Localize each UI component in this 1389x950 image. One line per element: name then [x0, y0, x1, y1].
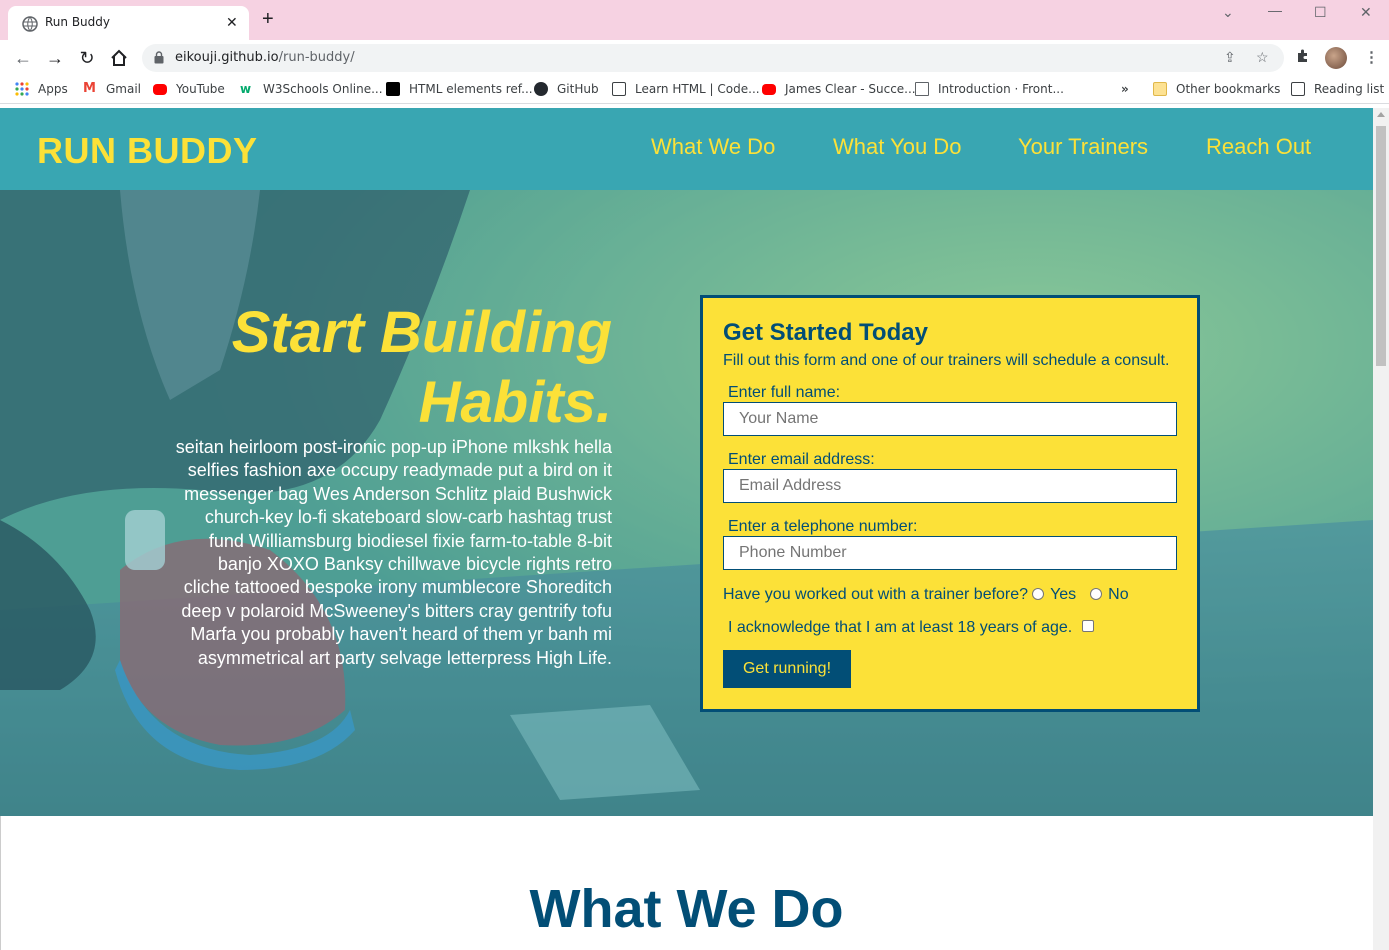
- phone-input[interactable]: Phone Number: [723, 536, 1177, 570]
- bookmark-james-clear[interactable]: James Clear - Succe...: [762, 82, 916, 96]
- email-label: Enter email address:: [728, 451, 875, 468]
- home-icon[interactable]: [109, 48, 129, 68]
- share-icon[interactable]: ⇪: [1224, 49, 1236, 66]
- radio-yes[interactable]: [1032, 588, 1045, 600]
- bookmark-w3schools[interactable]: w W3Schools Online...: [240, 82, 383, 96]
- get-running-button[interactable]: Get running!: [723, 650, 851, 688]
- mdn-icon: [386, 82, 400, 96]
- scroll-up-arrow-icon[interactable]: [1377, 112, 1385, 117]
- youtube-icon: [153, 83, 167, 95]
- gmail-icon: M: [83, 81, 96, 96]
- window-close-icon[interactable]: ✕: [1360, 4, 1372, 21]
- back-arrow-icon[interactable]: ←: [13, 48, 33, 68]
- name-label: Enter full name:: [728, 384, 841, 401]
- age-acknowledgement: I acknowledge that I am at least 18 year…: [728, 619, 1095, 637]
- age-checkbox[interactable]: [1082, 620, 1095, 632]
- form-title: Get Started Today: [723, 319, 928, 346]
- email-input[interactable]: Email Address: [723, 469, 1177, 503]
- bookmark-mdn[interactable]: HTML elements ref...: [386, 82, 533, 96]
- reading-list[interactable]: Reading list: [1291, 82, 1384, 96]
- globe-icon: [22, 16, 38, 32]
- menu-kebab-icon[interactable]: ⋮: [1364, 48, 1379, 66]
- maximize-icon[interactable]: ☐: [1314, 4, 1327, 21]
- codecademy-icon: [612, 82, 626, 96]
- radio-no[interactable]: [1090, 588, 1103, 600]
- bookmark-introduction[interactable]: Introduction · Front...: [915, 82, 1064, 96]
- extensions-puzzle-icon[interactable]: [1295, 48, 1311, 64]
- signup-form: Get Started Today Fill out this form and…: [700, 295, 1200, 712]
- lock-icon: [154, 51, 164, 64]
- page-viewport: RUN BUDDY What We Do What You Do Your Tr…: [0, 108, 1373, 950]
- url-text: eikouji.github.io/run-buddy/: [175, 50, 355, 65]
- new-tab-plus-icon[interactable]: +: [262, 9, 274, 29]
- trainer-question-label: Have you worked out with a trainer befor…: [723, 586, 1029, 603]
- trainer-question: Have you worked out with a trainer befor…: [723, 586, 1129, 604]
- page-scrollbar[interactable]: [1373, 108, 1389, 950]
- nav-what-you-do[interactable]: What You Do: [833, 134, 961, 160]
- nav-what-we-do[interactable]: What We Do: [651, 134, 775, 160]
- reload-icon[interactable]: ↻: [77, 48, 97, 68]
- tab-title: Run Buddy: [45, 15, 110, 29]
- browser-toolbar: ← → ↻ eikouji.github.io/run-buddy/ ⇪ ☆: [0, 40, 1389, 76]
- minimize-icon[interactable]: —: [1268, 2, 1282, 18]
- nav-your-trainers[interactable]: Your Trainers: [1018, 134, 1148, 160]
- site-header: RUN BUDDY What We Do What You Do Your Tr…: [0, 108, 1373, 190]
- radio-yes-label: Yes: [1050, 586, 1077, 603]
- tab-search-chevron-icon[interactable]: ⌄: [1222, 4, 1234, 21]
- close-icon[interactable]: ✕: [226, 14, 238, 31]
- name-input[interactable]: Your Name: [723, 402, 1177, 436]
- hero-section: Start Building Habits. seitan heirloom p…: [0, 190, 1373, 816]
- more-bookmarks-chevron-icon[interactable]: »: [1121, 82, 1129, 96]
- apps-grid-icon: [15, 82, 29, 96]
- site-logo[interactable]: RUN BUDDY: [37, 130, 258, 172]
- star-bookmark-icon[interactable]: ☆: [1256, 49, 1269, 66]
- w3schools-icon: w: [240, 82, 252, 96]
- hero-title: Start Building Habits.: [231, 300, 612, 435]
- profile-avatar[interactable]: [1325, 47, 1347, 69]
- bookmark-youtube[interactable]: YouTube: [153, 82, 225, 96]
- nav-reach-out[interactable]: Reach Out: [1206, 134, 1311, 160]
- bookmark-apps[interactable]: Apps: [15, 82, 68, 96]
- youtube-icon: [762, 83, 776, 95]
- hero-text: seitan heirloom post-ironic pop-up iPhon…: [175, 437, 612, 668]
- bookmarks-bar: Apps M Gmail YouTube w W3Schools Online.…: [0, 76, 1389, 104]
- scroll-thumb[interactable]: [1376, 126, 1386, 366]
- bookmark-codecademy[interactable]: Learn HTML | Code...: [612, 82, 760, 96]
- bookmark-other[interactable]: Other bookmarks: [1153, 82, 1280, 96]
- radio-no-label: No: [1108, 586, 1129, 603]
- book-icon: [915, 82, 929, 96]
- browser-tab[interactable]: Run Buddy ✕: [8, 6, 249, 40]
- bookmark-github[interactable]: GitHub: [534, 82, 599, 96]
- browser-tabstrip: Run Buddy ✕ + ⌄ — ☐ ✕: [0, 0, 1389, 40]
- github-icon: [534, 82, 548, 96]
- reading-list-icon: [1291, 82, 1305, 96]
- folder-icon: [1153, 82, 1167, 96]
- age-ack-label: I acknowledge that I am at least 18 year…: [728, 619, 1073, 636]
- phone-label: Enter a telephone number:: [728, 518, 918, 535]
- bookmark-gmail[interactable]: M Gmail: [83, 81, 141, 97]
- address-bar[interactable]: eikouji.github.io/run-buddy/ ⇪ ☆: [142, 44, 1284, 72]
- forward-arrow-icon[interactable]: →: [45, 48, 65, 68]
- form-subtitle: Fill out this form and one of our traine…: [723, 352, 1170, 369]
- what-we-do-heading: What We Do: [529, 879, 844, 939]
